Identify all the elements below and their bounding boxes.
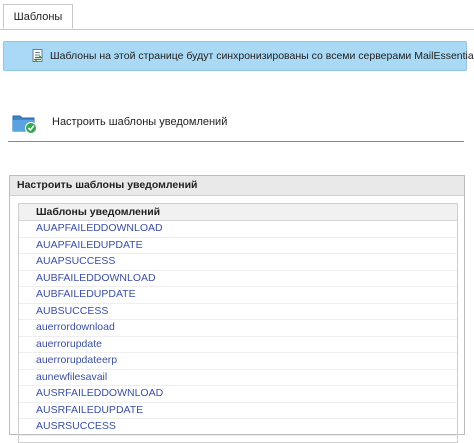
info-banner: Шаблоны на этой странице будут синхрониз… (3, 41, 474, 71)
list-item[interactable]: AUAPSUCCESS (19, 254, 457, 271)
templates-panel: Настроить шаблоны уведомлений Шаблоны ув… (9, 175, 465, 443)
list-item[interactable]: AUBFAILEDUPDATE (19, 287, 457, 304)
list-item[interactable]: AUSRFAILEDUPDATE (19, 403, 457, 419)
list-column-header: Шаблоны уведомлений (19, 204, 457, 221)
list-item[interactable]: auerrordownload (19, 320, 457, 337)
section-title: Настроить шаблоны уведомлений (52, 116, 228, 128)
banner-text: Шаблоны на этой странице будут синхрониз… (50, 50, 474, 62)
list-item[interactable]: AUAPFAILEDDOWNLOAD (19, 221, 457, 238)
section-divider (8, 141, 464, 142)
tab-bar: Шаблоны (0, 0, 474, 30)
folder-check-icon (12, 112, 38, 134)
list-item[interactable]: AUAPFAILEDUPDATE (19, 238, 457, 254)
list-item[interactable]: auerrorupdateerp (19, 353, 457, 370)
list-item[interactable]: AUBSUCCESS (19, 304, 457, 320)
templates-list: Шаблоны уведомлений AUAPFAILEDDOWNLOAD A… (18, 203, 458, 443)
list-item[interactable]: auerrorupdate (19, 337, 457, 353)
list-item[interactable]: aunewfilesavail (19, 370, 457, 386)
section-header: Настроить шаблоны уведомлений (12, 110, 462, 142)
panel-title: Настроить шаблоны уведомлений (10, 176, 464, 196)
list-item[interactable]: AUSRSUCCESS (19, 419, 457, 436)
list-item[interactable]: AUSRFAILEDDOWNLOAD (19, 386, 457, 403)
tab-templates[interactable]: Шаблоны (3, 4, 73, 29)
list-item[interactable]: AUBFAILEDDOWNLOAD (19, 271, 457, 287)
document-sync-icon (32, 49, 44, 63)
